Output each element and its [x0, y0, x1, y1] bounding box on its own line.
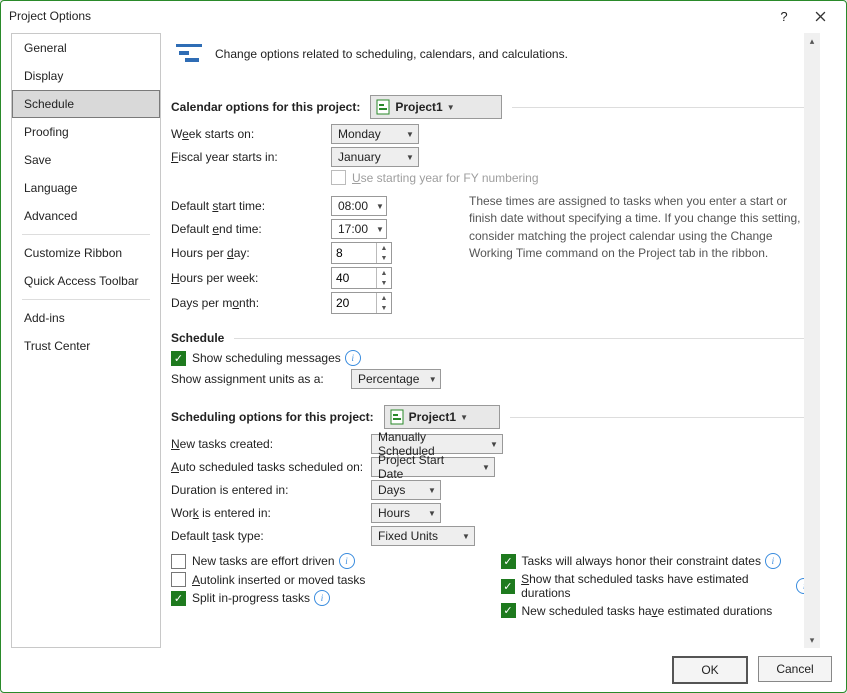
scroll-down-arrow[interactable]: ▾ [804, 632, 820, 648]
category-sidebar: General Display Schedule Proofing Save L… [11, 33, 161, 648]
spinner-up[interactable]: ▲ [377, 293, 391, 303]
scheduling-project-select[interactable]: Project1▼ [384, 405, 500, 429]
auto-scheduled-select[interactable]: Project Start Date▼ [371, 457, 495, 477]
chevron-down-icon: ▼ [402, 153, 418, 162]
sidebar-item-display[interactable]: Display [12, 62, 160, 90]
hours-per-week-label: Hours per week: [171, 271, 331, 285]
spinner-down[interactable]: ▼ [377, 278, 391, 288]
schedule-section-icon [175, 41, 203, 67]
week-starts-select[interactable]: Monday▼ [331, 124, 419, 144]
info-icon[interactable]: i [345, 350, 361, 366]
info-icon[interactable]: i [765, 553, 781, 569]
split-in-progress-checkbox[interactable]: ✓Split in-progress tasks [171, 591, 310, 606]
use-starting-year-checkbox: Use starting year for FY numbering [331, 170, 539, 185]
effort-driven-checkbox[interactable]: New tasks are effort driven [171, 554, 335, 569]
show-scheduling-messages-checkbox[interactable]: ✓Show scheduling messages [171, 351, 341, 366]
days-per-month-label: Days per month: [171, 296, 331, 310]
spinner-down[interactable]: ▼ [377, 253, 391, 263]
default-task-type-label: Default task type: [171, 529, 371, 543]
chevron-down-icon: ▼ [458, 532, 474, 541]
assignment-units-label: Show assignment units as a: [171, 372, 351, 386]
new-tasks-select[interactable]: Manually Scheduled▼ [371, 434, 503, 454]
dialog-footer: OK Cancel [672, 656, 832, 684]
cancel-button[interactable]: Cancel [758, 656, 832, 682]
default-end-select[interactable]: 17:00▼ [331, 219, 387, 239]
auto-scheduled-label: Auto scheduled tasks scheduled on: [171, 460, 371, 474]
ok-button[interactable]: OK [672, 656, 748, 684]
hours-per-day-label: Hours per day: [171, 246, 331, 260]
default-end-label: Default end time: [171, 222, 331, 236]
sidebar-item-customize-ribbon[interactable]: Customize Ribbon [12, 239, 160, 267]
new-tasks-estimated-checkbox[interactable]: ✓New scheduled tasks have estimated dura… [501, 603, 773, 618]
duration-entered-label: Duration is entered in: [171, 483, 371, 497]
chevron-down-icon: ▼ [486, 440, 502, 449]
chevron-down-icon: ▼ [443, 103, 459, 112]
calendar-project-select[interactable]: Project1▼ [370, 95, 502, 119]
chevron-down-icon: ▼ [402, 130, 418, 139]
project-file-icon [375, 99, 391, 115]
vertical-scrollbar[interactable]: ▴ ▾ [804, 33, 820, 648]
scroll-up-arrow[interactable]: ▴ [804, 33, 820, 49]
spinner-up[interactable]: ▲ [377, 243, 391, 253]
help-button[interactable]: ? [766, 2, 802, 30]
sidebar-item-save[interactable]: Save [12, 146, 160, 174]
project-options-dialog: Project Options ? General Display Schedu… [0, 0, 847, 693]
chevron-down-icon: ▼ [424, 509, 440, 518]
info-icon[interactable]: i [314, 590, 330, 606]
section-calendar-options: Calendar options for this project: [171, 100, 360, 114]
week-starts-label: Week starts on: [171, 127, 331, 141]
default-start-select[interactable]: 08:00▼ [331, 196, 387, 216]
window-title: Project Options [9, 9, 91, 23]
spinner-down[interactable]: ▼ [377, 303, 391, 313]
sidebar-item-quick-access-toolbar[interactable]: Quick Access Toolbar [12, 267, 160, 295]
section-scheduling-options: Scheduling options for this project: [171, 410, 374, 424]
chevron-down-icon: ▼ [425, 375, 440, 384]
days-per-month-spinner[interactable]: ▲▼ [331, 292, 392, 314]
spinner-up[interactable]: ▲ [377, 268, 391, 278]
honor-constraints-checkbox[interactable]: ✓Tasks will always honor their constrain… [501, 554, 761, 569]
work-entered-label: Work is entered in: [171, 506, 371, 520]
time-hint-text: These times are assigned to tasks when y… [469, 193, 812, 317]
chevron-down-icon: ▼ [374, 202, 386, 211]
sidebar-item-schedule[interactable]: Schedule [12, 90, 160, 118]
info-icon[interactable]: i [339, 553, 355, 569]
chevron-down-icon: ▼ [374, 225, 386, 234]
show-estimated-durations-checkbox[interactable]: ✓Show that scheduled tasks have estimate… [501, 572, 793, 600]
main-content: Change options related to scheduling, ca… [171, 33, 818, 621]
fiscal-year-select[interactable]: January▼ [331, 147, 419, 167]
sidebar-item-general[interactable]: General [12, 34, 160, 62]
sidebar-item-advanced[interactable]: Advanced [12, 202, 160, 230]
sidebar-item-trust-center[interactable]: Trust Center [12, 332, 160, 360]
work-entered-select[interactable]: Hours▼ [371, 503, 441, 523]
hours-per-week-spinner[interactable]: ▲▼ [331, 267, 392, 289]
default-start-label: Default start time: [171, 199, 331, 213]
assignment-units-select[interactable]: Percentage▼ [351, 369, 441, 389]
titlebar: Project Options ? [1, 1, 846, 31]
duration-entered-select[interactable]: Days▼ [371, 480, 441, 500]
project-file-icon [389, 409, 405, 425]
hours-per-day-spinner[interactable]: ▲▼ [331, 242, 392, 264]
chevron-down-icon: ▼ [456, 413, 472, 422]
sidebar-item-language[interactable]: Language [12, 174, 160, 202]
close-button[interactable] [802, 2, 838, 30]
chevron-down-icon: ▼ [478, 463, 494, 472]
fiscal-year-label: Fiscal year starts in: [171, 150, 331, 164]
chevron-down-icon: ▼ [424, 486, 440, 495]
close-icon [815, 11, 826, 22]
new-tasks-label: New tasks created: [171, 437, 371, 451]
sidebar-item-add-ins[interactable]: Add-ins [12, 304, 160, 332]
section-schedule: Schedule [171, 331, 224, 345]
autolink-checkbox[interactable]: Autolink inserted or moved tasks [171, 572, 365, 587]
default-task-type-select[interactable]: Fixed Units▼ [371, 526, 475, 546]
intro-text: Change options related to scheduling, ca… [215, 47, 568, 61]
sidebar-item-proofing[interactable]: Proofing [12, 118, 160, 146]
